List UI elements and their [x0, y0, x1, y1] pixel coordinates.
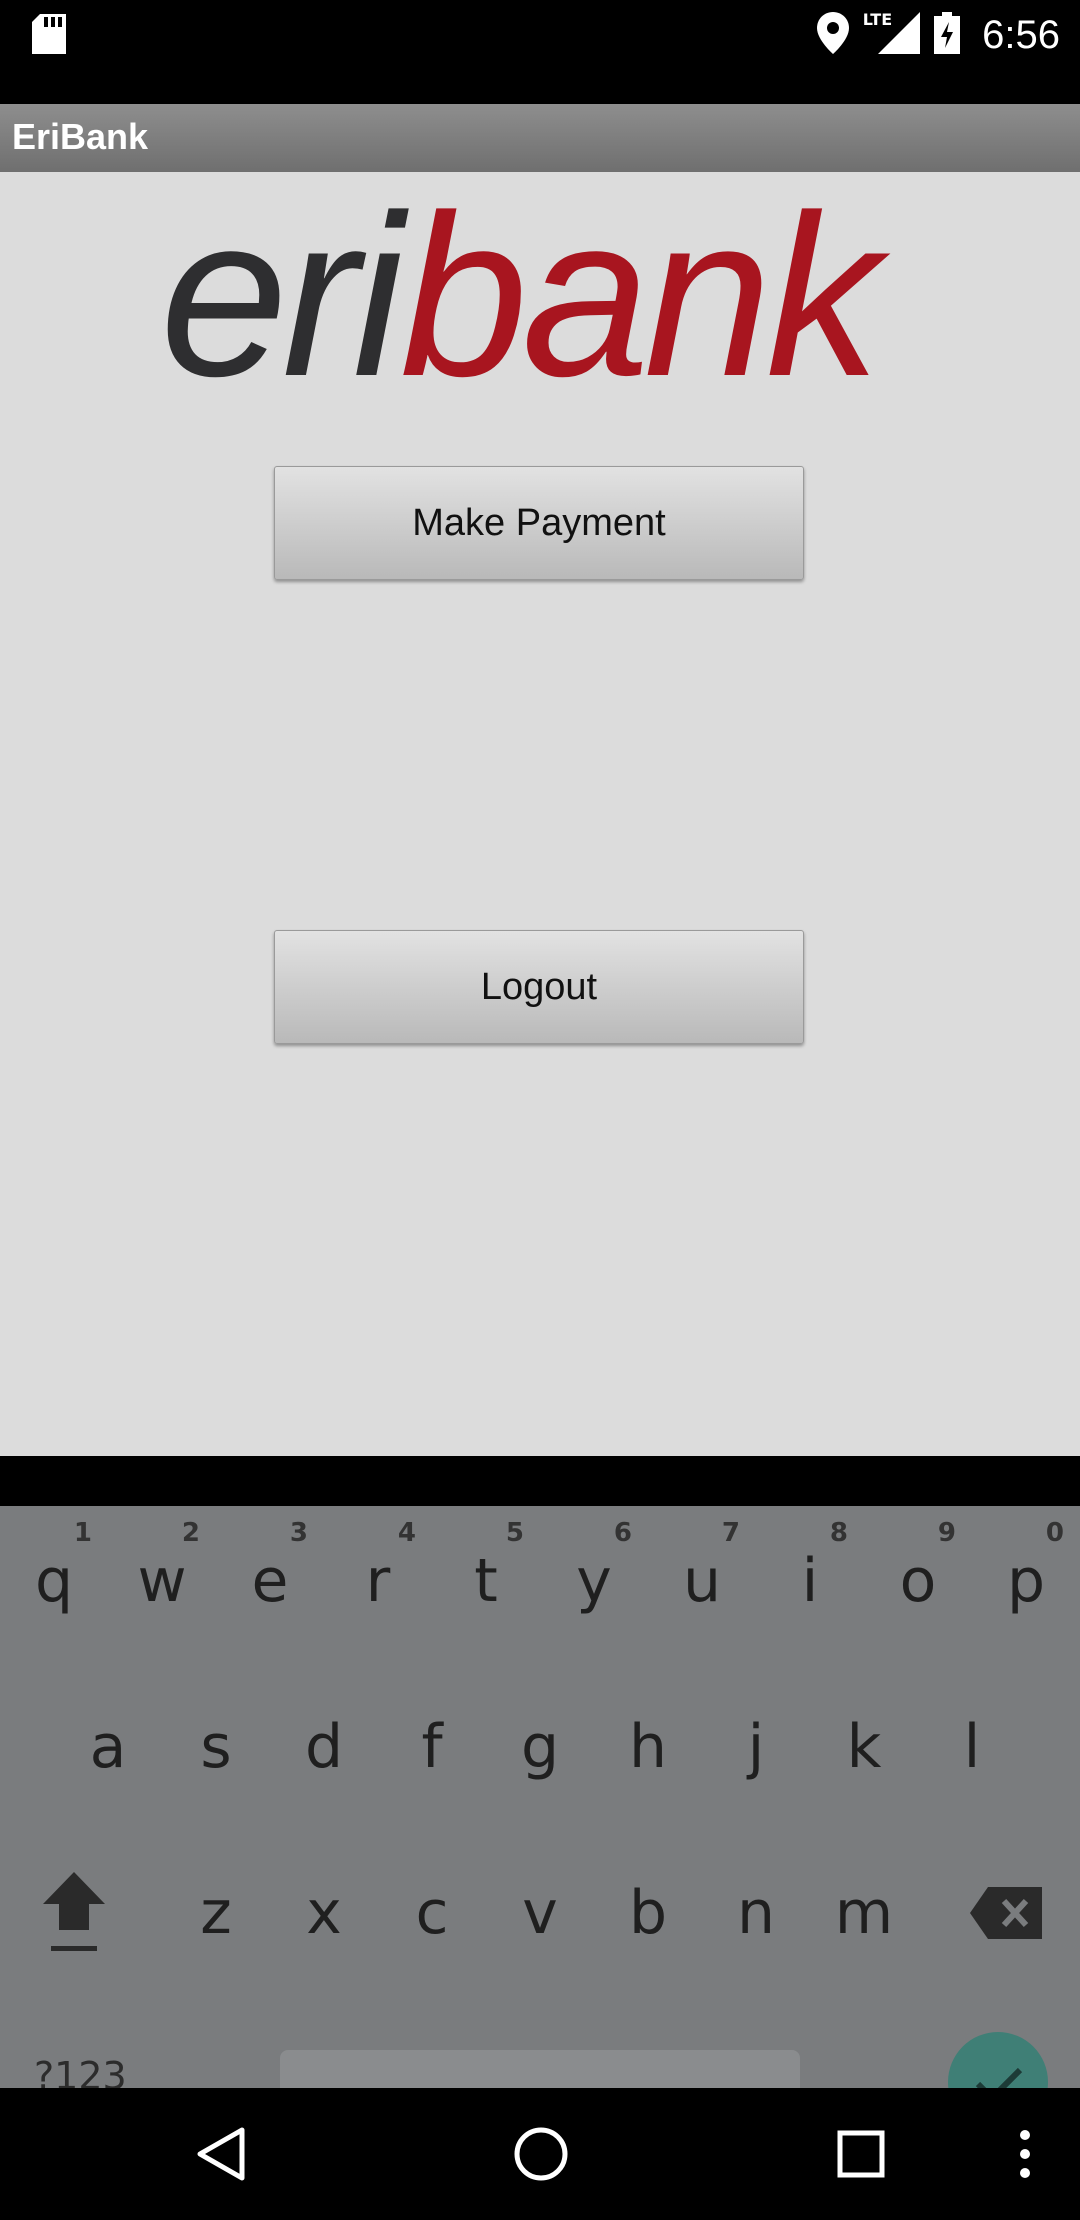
key-hint: 5 [505, 1518, 524, 1548]
navigation-bar [0, 2088, 1080, 2220]
app-bar: EriBank [0, 104, 1080, 172]
location-icon [816, 12, 849, 58]
key-k[interactable]: k [810, 1672, 918, 1822]
key-s[interactable]: s [162, 1672, 270, 1822]
main-content: eri bank Make Payment Logout [0, 172, 1080, 1456]
recents-icon[interactable] [826, 2088, 896, 2220]
key-hint: 3 [289, 1518, 308, 1548]
key-label: t [474, 1546, 498, 1616]
key-c[interactable]: c [378, 1838, 486, 1988]
home-icon[interactable] [506, 2088, 576, 2220]
status-bar: LTE 6:56 [0, 0, 1080, 104]
make-payment-button[interactable]: Make Payment [274, 466, 804, 580]
key-hint: 8 [829, 1518, 848, 1548]
key-label: u [682, 1546, 722, 1616]
back-icon[interactable] [186, 2088, 256, 2220]
key-label: y [576, 1546, 612, 1616]
logout-button[interactable]: Logout [274, 930, 804, 1044]
key-l[interactable]: l [918, 1672, 1026, 1822]
key-d[interactable]: d [270, 1672, 378, 1822]
key-label: o [899, 1546, 937, 1616]
eribank-logo: eri bank [160, 200, 897, 400]
key-t[interactable]: t5 [432, 1506, 540, 1656]
shift-icon[interactable] [20, 1838, 128, 1988]
key-hint: 6 [613, 1518, 632, 1548]
soft-keyboard: q1 w2 e3 r4 t5 y6 u7 i8 o9 p0 a s d f g … [0, 1506, 1080, 2088]
key-q[interactable]: q1 [0, 1506, 108, 1656]
keyboard-gap [0, 1456, 1080, 1506]
key-g[interactable]: g [486, 1672, 594, 1822]
key-n[interactable]: n [702, 1838, 810, 1988]
app-title: EriBank [12, 116, 149, 157]
key-hint: 1 [73, 1518, 92, 1548]
key-r[interactable]: r4 [324, 1506, 432, 1656]
enter-check-icon[interactable] [948, 2032, 1048, 2088]
key-a[interactable]: a [54, 1672, 162, 1822]
key-hint: 7 [721, 1518, 740, 1548]
key-hint: 4 [397, 1518, 416, 1548]
key-label: q [34, 1546, 74, 1616]
key-z[interactable]: z [162, 1838, 270, 1988]
backspace-icon[interactable] [952, 1838, 1060, 1988]
key-p[interactable]: p0 [972, 1506, 1080, 1656]
key-y[interactable]: y6 [540, 1506, 648, 1656]
more-icon[interactable] [1000, 2088, 1050, 2220]
key-f[interactable]: f [378, 1672, 486, 1822]
logo-text-bank: bank [400, 200, 891, 400]
key-label: p [1006, 1546, 1046, 1616]
key-label: r [365, 1546, 391, 1616]
key-e[interactable]: e3 [216, 1506, 324, 1656]
space-key[interactable] [280, 2050, 800, 2088]
key-hint: 0 [1045, 1518, 1064, 1548]
key-label: w [137, 1546, 187, 1616]
key-hint: 2 [181, 1518, 200, 1548]
sd-card-icon [32, 14, 68, 58]
key-w[interactable]: w2 [108, 1506, 216, 1656]
key-j[interactable]: j [702, 1672, 810, 1822]
key-u[interactable]: u7 [648, 1506, 756, 1656]
network-type: LTE [862, 9, 893, 29]
key-o[interactable]: o9 [864, 1506, 972, 1656]
key-i[interactable]: i8 [756, 1506, 864, 1656]
key-m[interactable]: m [810, 1838, 918, 1988]
key-label: i [801, 1546, 819, 1616]
key-label: e [251, 1546, 289, 1616]
key-b[interactable]: b [594, 1838, 702, 1988]
key-hint: 9 [937, 1518, 956, 1548]
battery-charging-icon [934, 12, 961, 58]
key-v[interactable]: v [486, 1838, 594, 1988]
logo-text-eri: eri [160, 200, 410, 400]
key-h[interactable]: h [594, 1672, 702, 1822]
key-x[interactable]: x [270, 1838, 378, 1988]
symbols-key[interactable]: ?123 [34, 2054, 127, 2088]
clock: 6:56 [982, 12, 1060, 57]
